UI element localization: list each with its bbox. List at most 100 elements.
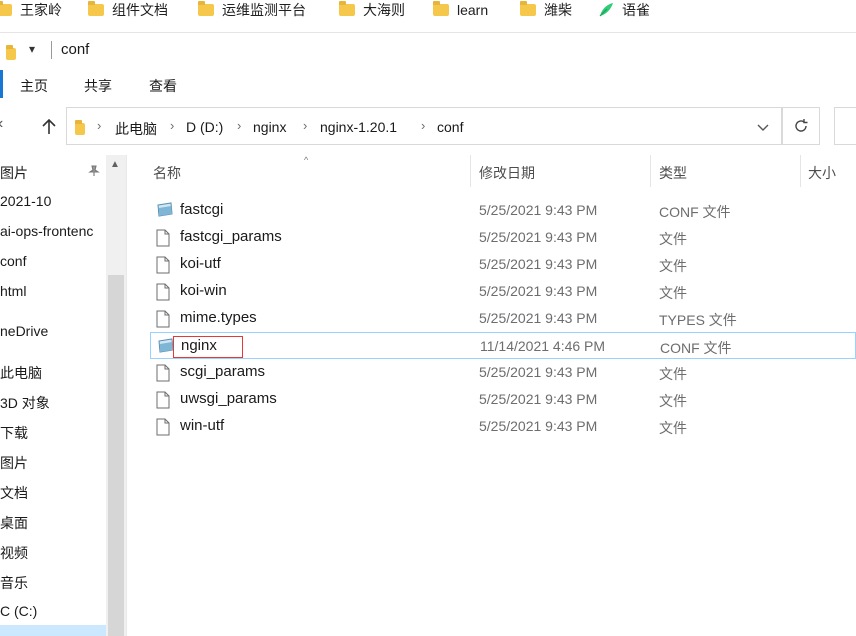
file-name: uwsgi_params: [180, 390, 277, 407]
pin-icon[interactable]: [88, 165, 100, 177]
nav-item-3d-objects[interactable]: 3D 对象: [0, 393, 50, 413]
bookmark-label: 运维监测平台: [222, 2, 306, 18]
blank-file-icon: [156, 283, 170, 304]
bookmark-wangjialing[interactable]: 王家岭: [0, 0, 62, 20]
navigation-pane: 图片 2021-10 ai-ops-frontenc conf html neD…: [0, 155, 106, 636]
nav-item-html[interactable]: html: [0, 283, 26, 299]
nav-item-2021-10[interactable]: 2021-10: [0, 193, 51, 209]
file-row[interactable]: koi-win 5/25/2021 9:43 PM 文件: [150, 278, 856, 305]
window-titlebar: ▾ conf: [0, 32, 856, 69]
yuque-leaf-icon: [599, 3, 613, 17]
bookmark-label: 潍柴: [544, 2, 572, 18]
bookmark-label: learn: [457, 2, 489, 18]
file-date: 5/25/2021 9:43 PM: [479, 283, 598, 299]
chevron-right-icon[interactable]: ›: [170, 118, 174, 133]
breadcrumb-drive-d[interactable]: D (D:): [186, 119, 223, 135]
nav-item-downloads[interactable]: 下载: [0, 423, 28, 443]
folder-icon: [0, 1, 12, 16]
nav-item-videos[interactable]: 视频: [0, 543, 28, 563]
scrollbar-thumb[interactable]: [108, 275, 124, 636]
nav-item-music[interactable]: 音乐: [0, 573, 28, 593]
nav-item-pictures[interactable]: 图片: [0, 453, 28, 473]
file-row[interactable]: koi-utf 5/25/2021 9:43 PM 文件: [150, 251, 856, 278]
file-type: TYPES 文件: [659, 312, 737, 328]
file-name: koi-utf: [180, 255, 221, 272]
bookmark-yuque[interactable]: 语雀: [598, 0, 650, 20]
file-type: CONF 文件: [660, 340, 732, 356]
folder-icon: [520, 1, 536, 16]
bookmark-learn[interactable]: learn: [433, 0, 488, 20]
nav-scrollbar[interactable]: ▲: [106, 155, 126, 636]
nav-item-onedrive[interactable]: neDrive: [0, 323, 48, 339]
bookmarks-bar: 王家岭 组件文档 运维监测平台 大海则 learn 潍柴 语雀: [0, 0, 856, 28]
nav-selected-item[interactable]: [0, 625, 106, 636]
file-row[interactable]: uwsgi_params 5/25/2021 9:43 PM 文件: [150, 386, 856, 413]
file-type: CONF 文件: [659, 204, 731, 220]
folder-icon: [88, 1, 104, 16]
column-divider[interactable]: [650, 155, 651, 187]
file-row[interactable]: fastcgi 5/25/2021 9:43 PM CONF 文件: [150, 197, 856, 224]
column-size[interactable]: 大小: [808, 163, 836, 183]
chevron-down-icon[interactable]: [757, 124, 769, 132]
column-type[interactable]: 类型: [659, 163, 687, 183]
nav-item-ai-ops-frontend[interactable]: ai-ops-frontenc: [0, 223, 93, 239]
file-name: win-utf: [180, 417, 225, 434]
file-row[interactable]: mime.types 5/25/2021 9:43 PM TYPES 文件: [150, 305, 856, 332]
column-divider[interactable]: [800, 155, 801, 187]
folder-icon: [198, 1, 214, 16]
nav-item-drive-c[interactable]: C (C:): [0, 603, 37, 619]
nav-item-conf[interactable]: conf: [0, 253, 26, 269]
chevron-right-icon[interactable]: ›: [421, 118, 425, 133]
quick-access-dropdown[interactable]: ▾: [29, 42, 35, 56]
ribbon-file-tab-edge[interactable]: [0, 70, 3, 98]
conf-file-icon: [156, 202, 174, 221]
nav-item-desktop[interactable]: 桌面: [0, 513, 28, 533]
breadcrumb-conf[interactable]: conf: [437, 119, 463, 135]
file-type: 文件: [659, 231, 687, 247]
tab-home[interactable]: 主页: [20, 76, 48, 96]
bookmark-ops-monitor[interactable]: 运维监测平台: [198, 0, 306, 20]
file-date: 5/25/2021 9:43 PM: [479, 256, 598, 272]
blank-file-icon: [156, 229, 170, 250]
tab-share[interactable]: 共享: [84, 76, 112, 96]
nav-item-this-pc[interactable]: 此电脑: [0, 363, 42, 383]
bookmark-weichai[interactable]: 潍柴: [520, 0, 572, 20]
breadcrumb-nginx-version[interactable]: nginx-1.20.1: [320, 119, 397, 135]
chevron-right-icon[interactable]: ›: [303, 118, 307, 133]
file-name: mime.types: [180, 309, 257, 326]
file-row[interactable]: nginx 11/14/2021 4:46 PM CONF 文件: [150, 332, 856, 359]
blank-file-icon: [156, 256, 170, 277]
breadcrumb-this-pc[interactable]: 此电脑: [115, 119, 157, 139]
nav-item-documents[interactable]: 文档: [0, 483, 28, 503]
forward-chevron-icon[interactable]: ‹: [0, 115, 3, 133]
search-box[interactable]: [834, 107, 856, 145]
file-row[interactable]: scgi_params 5/25/2021 9:43 PM 文件: [150, 359, 856, 386]
column-date[interactable]: 修改日期: [479, 163, 535, 183]
file-type: 文件: [659, 258, 687, 274]
tab-view[interactable]: 查看: [149, 76, 177, 96]
blank-file-icon: [156, 364, 170, 385]
nav-item-pictures-pinned[interactable]: 图片: [0, 163, 28, 183]
chevron-right-icon[interactable]: ›: [97, 118, 101, 133]
file-date: 11/14/2021 4:46 PM: [480, 338, 606, 354]
breadcrumb-nginx[interactable]: nginx: [253, 119, 286, 135]
file-row[interactable]: fastcgi_params 5/25/2021 9:43 PM 文件: [150, 224, 856, 251]
file-type: 文件: [659, 366, 687, 382]
chevron-right-icon[interactable]: ›: [237, 118, 241, 133]
up-arrow-icon[interactable]: [42, 119, 56, 135]
file-date: 5/25/2021 9:43 PM: [479, 418, 598, 434]
bookmark-dahaize[interactable]: 大海则: [339, 0, 405, 20]
address-row: ‹ › 此电脑 › D (D:) › nginx › nginx-1.20.1 …: [0, 104, 856, 150]
column-divider[interactable]: [470, 155, 471, 187]
address-bar[interactable]: › 此电脑 › D (D:) › nginx › nginx-1.20.1 › …: [66, 107, 782, 145]
pane-divider[interactable]: [126, 155, 127, 636]
file-name: fastcgi: [180, 201, 224, 218]
column-name[interactable]: 名称: [153, 163, 181, 183]
title-divider: [51, 41, 52, 59]
file-row[interactable]: win-utf 5/25/2021 9:43 PM 文件: [150, 413, 856, 440]
highlight-box: [173, 336, 243, 358]
bookmark-component-docs[interactable]: 组件文档: [88, 0, 168, 20]
scroll-up-arrow-icon[interactable]: ▲: [110, 159, 120, 170]
refresh-button[interactable]: [782, 107, 820, 145]
column-header-row: 名称 ^ 修改日期 类型 大小: [127, 155, 856, 189]
